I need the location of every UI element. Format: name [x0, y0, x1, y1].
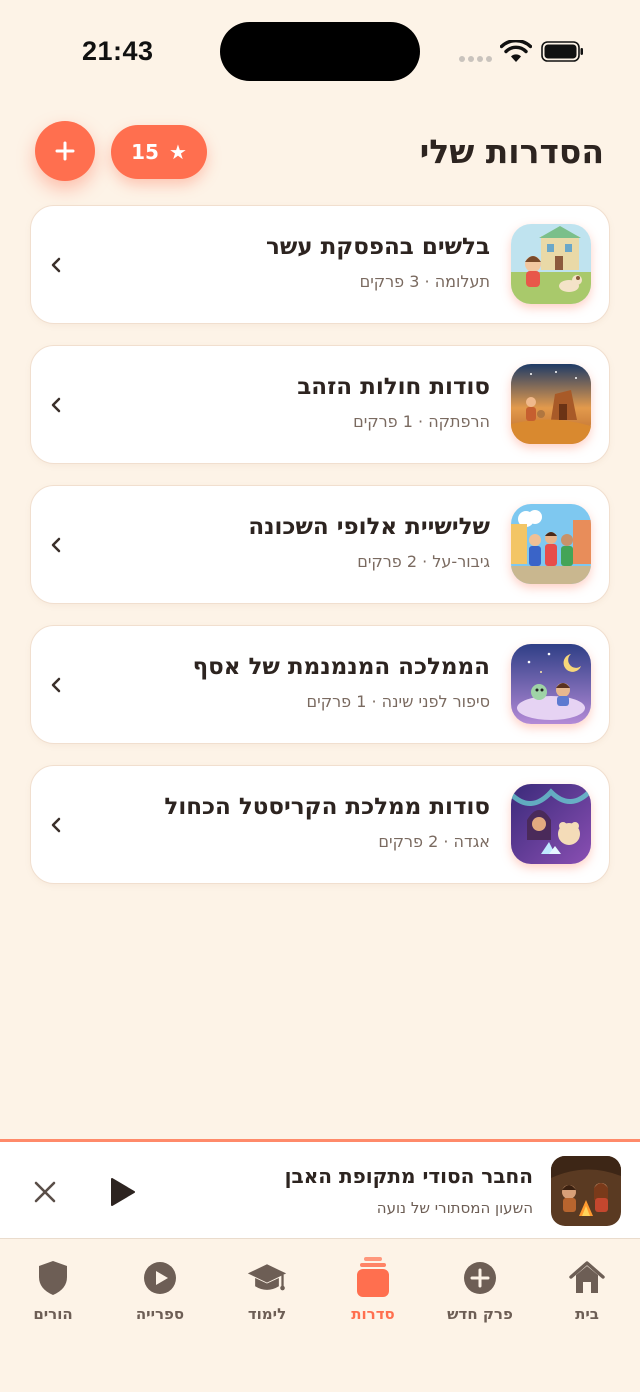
series-meta: אגדה · 2 פרקים: [378, 832, 490, 851]
chevron-left-icon: [51, 397, 61, 413]
plus-circle-icon: [459, 1257, 501, 1299]
battery-icon: [541, 41, 583, 62]
home-icon: [566, 1257, 608, 1299]
close-player-button[interactable]: [32, 1179, 58, 1205]
series-card[interactable]: סודות ממלכת הקריסטל הכחול אגדה · 2 פרקים: [30, 765, 610, 884]
series-title: שלישיית אלופי השכונה: [248, 514, 490, 540]
series-title: בלשים בהפסקת עשר: [265, 234, 490, 260]
series-meta: הרפתקה · 1 פרקים: [353, 412, 490, 431]
status-time: 21:43: [82, 36, 154, 66]
mini-player[interactable]: החבר הסודי מתקופת האבן השעון המסתורי של …: [0, 1139, 640, 1238]
series-card[interactable]: הממלכה המנמנמת של אסף סיפור לפני שינה · …: [30, 625, 610, 744]
series-title: סודות חולות הזהב: [297, 374, 490, 400]
status-bar: 21:43: [0, 0, 640, 100]
series-title: סודות ממלכת הקריסטל הכחול: [164, 794, 490, 820]
stack-icon: [352, 1257, 394, 1299]
tab-library[interactable]: ספרייה: [110, 1257, 210, 1337]
play-button[interactable]: [104, 1175, 138, 1209]
chevron-left-icon: [51, 817, 61, 833]
player-subtitle: השעון המסתורי של נועה: [376, 1199, 533, 1217]
series-cover-image: [511, 364, 591, 444]
tab-new-episode[interactable]: פרק חדש: [430, 1257, 530, 1337]
series-meta: גיבור-על · 2 פרקים: [357, 552, 490, 571]
tab-label: בית: [575, 1305, 599, 1323]
tab-label: ספרייה: [135, 1305, 185, 1323]
series-meta: תעלומה · 3 פרקים: [359, 272, 490, 291]
play-circle-icon: [139, 1257, 181, 1299]
tab-label: לימוד: [247, 1305, 287, 1323]
tab-label: פרק חדש: [447, 1305, 513, 1323]
graduation-cap-icon: [246, 1257, 288, 1299]
player-cover-image: [551, 1156, 621, 1226]
series-list: בלשים בהפסקת עשר תעלומה · 3 פרקים סודות …: [30, 205, 610, 905]
cellular-signal-icon: [459, 56, 492, 62]
chevron-left-icon: [51, 257, 61, 273]
series-card[interactable]: סודות חולות הזהב הרפתקה · 1 פרקים: [30, 345, 610, 464]
chevron-left-icon: [51, 537, 61, 553]
tab-parents[interactable]: הורים: [3, 1257, 103, 1337]
tab-bar: בית פרק חדש סדרות לימוד ספרייה הורים: [0, 1238, 640, 1392]
shield-icon: [32, 1257, 74, 1299]
dynamic-island: [220, 22, 420, 81]
page-title: הסדרות שלי: [419, 132, 604, 171]
series-meta: סיפור לפני שינה · 1 פרקים: [306, 692, 490, 711]
series-cover-image: [511, 644, 591, 724]
series-title: הממלכה המנמנמת של אסף: [192, 654, 490, 680]
series-cover-image: [511, 504, 591, 584]
stars-count: 15: [131, 140, 159, 164]
series-cover-image: [511, 784, 591, 864]
add-series-button[interactable]: [35, 121, 95, 181]
series-cover-image: [511, 224, 591, 304]
star-icon: ★: [168, 140, 187, 164]
stars-badge[interactable]: 15 ★: [111, 125, 207, 179]
series-card[interactable]: בלשים בהפסקת עשר תעלומה · 3 פרקים: [30, 205, 610, 324]
plus-icon: [55, 141, 75, 161]
tab-label: הורים: [33, 1305, 73, 1323]
chevron-left-icon: [51, 677, 61, 693]
wifi-icon: [500, 40, 532, 62]
player-title: החבר הסודי מתקופת האבן: [284, 1164, 533, 1188]
tab-label: סדרות: [351, 1305, 395, 1323]
header: הסדרות שלי 15 ★: [0, 118, 640, 188]
tab-home[interactable]: בית: [537, 1257, 637, 1337]
tab-learning[interactable]: לימוד: [217, 1257, 317, 1337]
series-card[interactable]: שלישיית אלופי השכונה גיבור-על · 2 פרקים: [30, 485, 610, 604]
tab-series[interactable]: סדרות: [323, 1257, 423, 1337]
